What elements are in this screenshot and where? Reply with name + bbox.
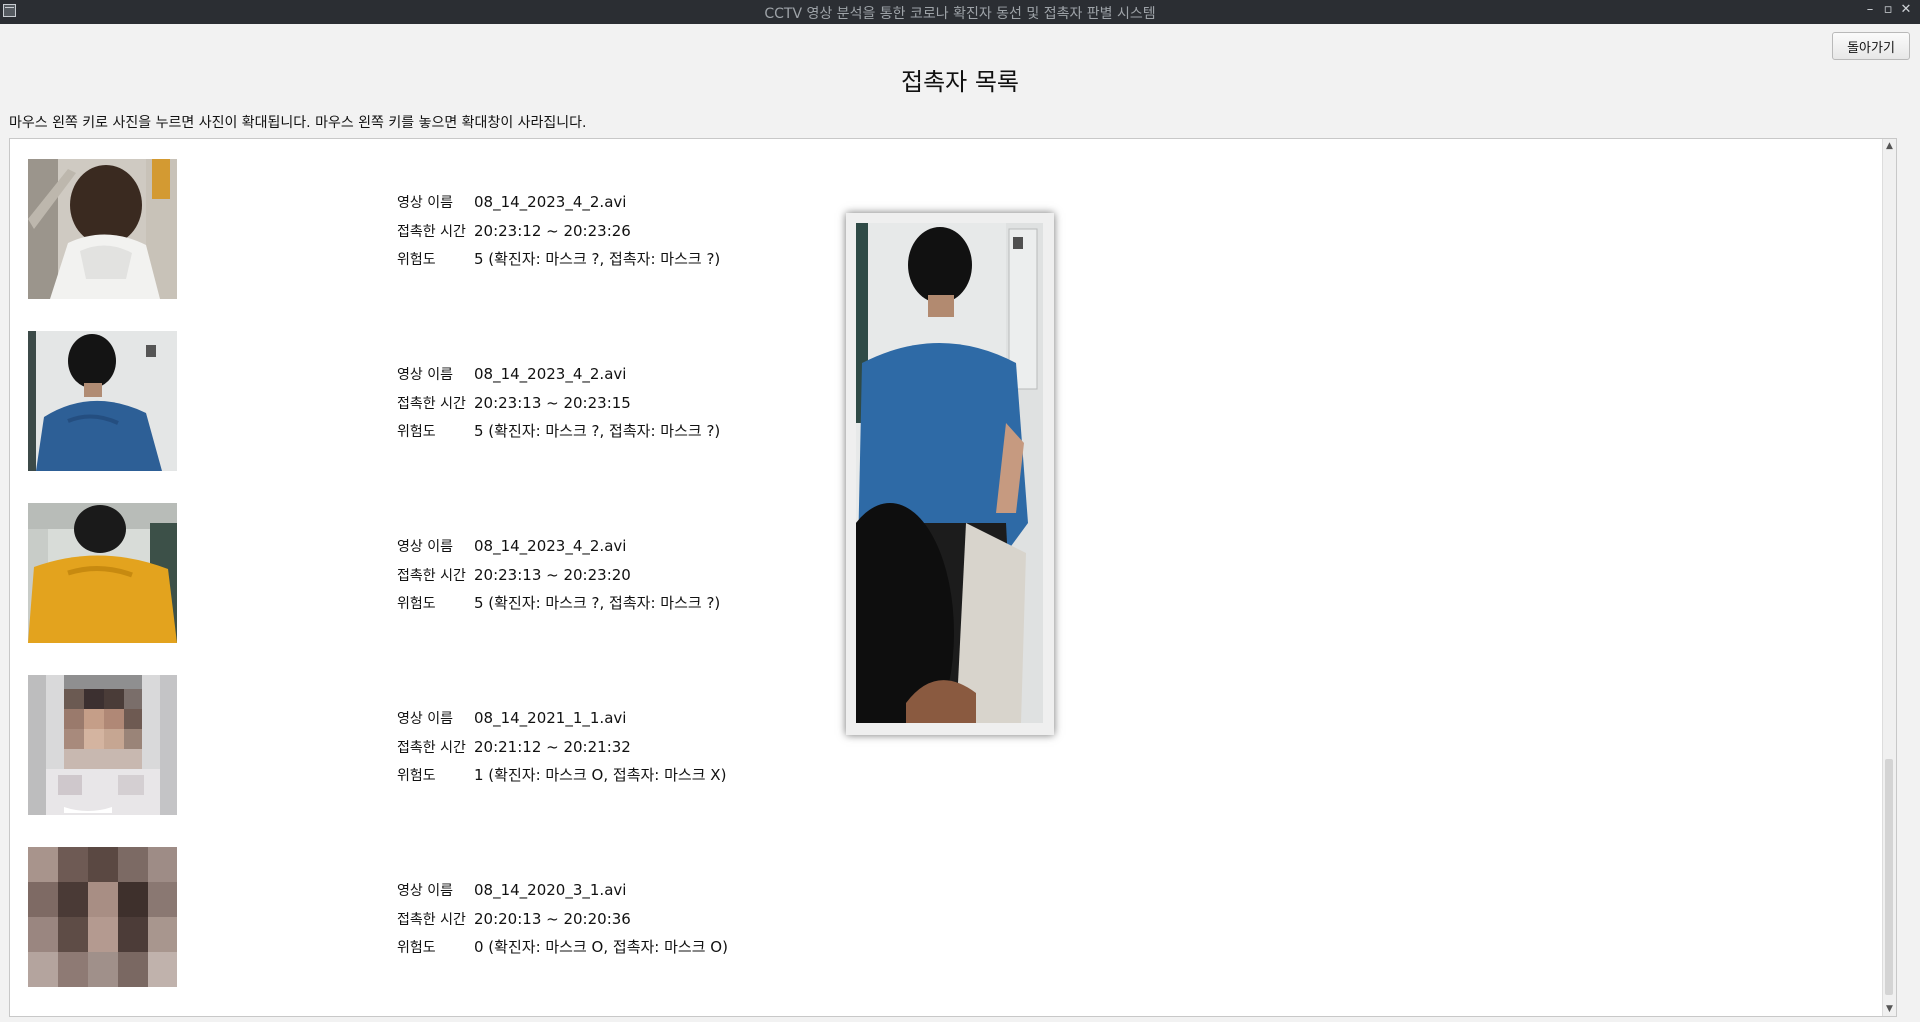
enlarged-photo-popup — [846, 213, 1054, 735]
contact-time-value: 20:23:13 ~ 20:23:15 — [474, 393, 631, 412]
scroll-down-icon[interactable]: ▼ — [1883, 1004, 1896, 1014]
contact-info: 영상 이름 08_14_2021_1_1.avi 접촉한 시간 20:21:12 ~… — [397, 705, 726, 791]
contact-info: 영상 이름 08_14_2023_4_2.avi 접촉한 시간 20:23:13 ~… — [397, 361, 720, 447]
back-button[interactable]: 돌아가기 — [1832, 32, 1910, 60]
video-name-label: 영상 이름 — [397, 367, 453, 383]
instruction-text: 마우스 왼쪽 키로 사진을 누르면 사진이 확대됩니다. 마우스 왼쪽 키를 놓… — [9, 115, 587, 131]
contact-photo[interactable] — [28, 159, 177, 299]
video-name-label: 영상 이름 — [397, 883, 453, 899]
risk-value: 1 (확진자: 마스크 O, 접촉자: 마스크 X) — [474, 766, 727, 784]
risk-label: 위험도 — [397, 596, 436, 612]
contact-info: 영상 이름 08_14_2023_4_2.avi 접촉한 시간 20:23:13 ~… — [397, 533, 720, 619]
title-bar: CCTV 영상 분석을 통한 코로나 확진자 동선 및 접촉자 판별 시스템 –… — [0, 0, 1920, 24]
video-name-value: 08_14_2023_4_2.avi — [474, 537, 627, 555]
video-name-value: 08_14_2021_1_1.avi — [474, 709, 627, 727]
contact-time-value: 20:20:13 ~ 20:20:36 — [474, 909, 631, 928]
maximize-icon[interactable]: ▫ — [1880, 2, 1896, 17]
contact-photo[interactable] — [28, 331, 177, 471]
risk-value: 0 (확진자: 마스크 O, 접촉자: 마스크 O) — [474, 938, 728, 956]
contact-time-value: 20:23:12 ~ 20:23:26 — [474, 221, 631, 240]
enlarged-photo — [856, 223, 1043, 723]
contact-info: 영상 이름 08_14_2020_3_1.avi 접촉한 시간 20:20:13 ~… — [397, 877, 728, 963]
risk-label: 위험도 — [397, 252, 436, 268]
scroll-up-icon[interactable]: ▲ — [1883, 141, 1896, 151]
contact-info: 영상 이름 08_14_2023_4_2.avi 접촉한 시간 20:23:12 ~… — [397, 189, 720, 275]
contact-photo[interactable] — [28, 847, 177, 987]
window-title: CCTV 영상 분석을 통한 코로나 확진자 동선 및 접촉자 판별 시스템 — [764, 6, 1156, 22]
risk-value: 5 (확진자: 마스크 ?, 접촉자: 마스크 ?) — [474, 250, 721, 268]
contact-time-value: 20:21:12 ~ 20:21:32 — [474, 737, 631, 756]
risk-label: 위험도 — [397, 424, 436, 440]
risk-label: 위험도 — [397, 768, 436, 784]
video-name-value: 08_14_2020_3_1.avi — [474, 881, 627, 899]
minimize-icon[interactable]: – — [1862, 2, 1878, 17]
page-title: 접촉자 목록 — [900, 68, 1020, 96]
video-name-value: 08_14_2023_4_2.avi — [474, 365, 627, 383]
risk-value: 5 (확진자: 마스크 ?, 접촉자: 마스크 ?) — [474, 594, 721, 612]
video-name-label: 영상 이름 — [397, 195, 453, 211]
video-name-label: 영상 이름 — [397, 711, 453, 727]
contact-time-label: 접촉한 시간 — [397, 223, 466, 240]
vertical-scrollbar[interactable]: ▲ ▼ — [1882, 139, 1896, 1016]
video-name-label: 영상 이름 — [397, 539, 453, 555]
contact-time-label: 접촉한 시간 — [397, 567, 466, 584]
close-icon[interactable]: ✕ — [1898, 2, 1914, 17]
contact-time-label: 접촉한 시간 — [397, 395, 466, 412]
contact-time-label: 접촉한 시간 — [397, 739, 466, 756]
risk-value: 5 (확진자: 마스크 ?, 접촉자: 마스크 ?) — [474, 422, 721, 440]
scrollbar-thumb[interactable] — [1885, 759, 1893, 995]
contact-photo[interactable] — [28, 675, 177, 815]
contact-time-value: 20:23:13 ~ 20:23:20 — [474, 565, 631, 584]
video-name-value: 08_14_2023_4_2.avi — [474, 193, 627, 211]
risk-label: 위험도 — [397, 940, 436, 956]
contact-row: 영상 이름 08_14_2020_3_1.avi 접촉한 시간 20:20:13 ~… — [10, 827, 1870, 987]
contact-time-label: 접촉한 시간 — [397, 911, 466, 928]
contact-photo[interactable] — [28, 503, 177, 643]
